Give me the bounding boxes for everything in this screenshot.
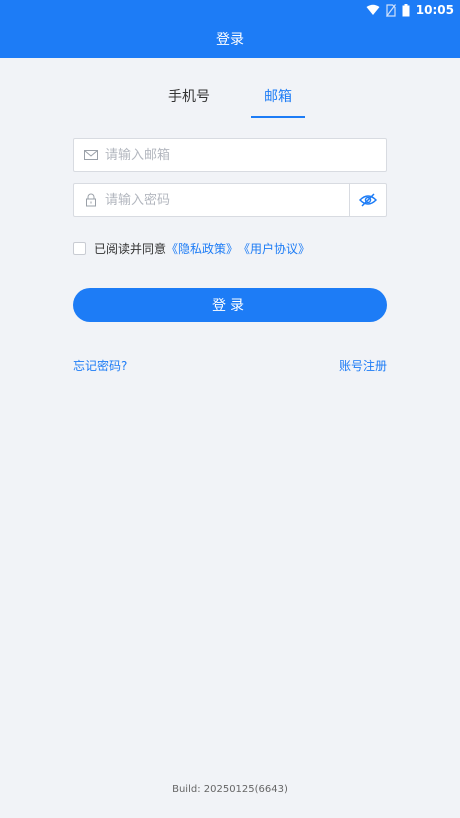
toggle-password-visibility[interactable] (349, 184, 386, 216)
user-agreement-link[interactable]: 《用户协议》 (238, 240, 310, 257)
login-button[interactable]: 登录 (73, 288, 387, 322)
password-input[interactable] (105, 184, 349, 216)
tab-phone[interactable]: 手机号 (159, 86, 219, 106)
lock-icon (86, 193, 96, 207)
status-time: 10:05 (415, 3, 454, 17)
email-field-container (73, 138, 387, 172)
agreement-checkbox[interactable] (73, 241, 86, 255)
active-tab-indicator (251, 116, 305, 118)
wifi-icon (366, 4, 380, 15)
login-method-tabs: 手机号 邮箱 (0, 86, 460, 120)
forgot-password-link[interactable]: 忘记密码? (73, 357, 127, 374)
no-sim-icon (385, 3, 396, 17)
email-input[interactable] (105, 139, 386, 171)
status-bar: 10:05 (366, 2, 454, 18)
register-link[interactable]: 账号注册 (339, 357, 387, 374)
eye-off-icon (359, 193, 377, 207)
battery-icon (402, 3, 410, 16)
build-info: Build: 20250125(6643) (172, 784, 288, 795)
mail-icon (84, 150, 98, 160)
agreement-text: 已阅读并同意 (94, 241, 167, 256)
agreement-row: 已阅读并同意 《隐私政策》 《用户协议》 (73, 240, 310, 256)
tab-email[interactable]: 邮箱 (248, 86, 308, 106)
app-header: 10:05 登录 (0, 0, 460, 58)
page-title: 登录 (216, 32, 244, 48)
privacy-policy-link[interactable]: 《隐私政策》 (166, 240, 238, 257)
password-field-container (73, 183, 387, 217)
